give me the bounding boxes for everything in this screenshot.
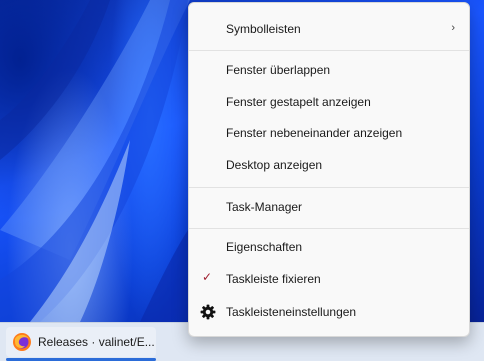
- menu-separator: [189, 228, 469, 229]
- taskbar-window-label: Releases · valinet/E...: [38, 335, 155, 349]
- chevron-right-icon: ›: [451, 22, 455, 34]
- gear-icon: [200, 304, 216, 320]
- taskbar-window-button[interactable]: Releases · valinet/E...: [6, 327, 156, 361]
- menu-item-fenster-ueberlappen[interactable]: Fenster überlappen: [189, 55, 469, 85]
- menu-separator: [189, 187, 469, 188]
- menu-item-label: Fenster nebeneinander anzeigen: [226, 126, 403, 140]
- checkmark-icon: ✓: [202, 270, 213, 284]
- menu-item-label: Taskleisteneinstellungen: [226, 305, 357, 319]
- menu-item-label: Fenster überlappen: [226, 63, 331, 77]
- menu-separator: [189, 50, 469, 51]
- menu-item-fenster-gestapelt[interactable]: Fenster gestapelt anzeigen: [189, 87, 469, 117]
- menu-item-symbolleisten[interactable]: Symbolleisten ›: [189, 14, 469, 44]
- menu-item-task-manager[interactable]: Task-Manager: [189, 192, 469, 222]
- menu-item-taskleisteneinstellungen[interactable]: Taskleisteneinstellungen: [189, 297, 469, 327]
- menu-item-label: Fenster gestapelt anzeigen: [226, 95, 371, 109]
- menu-item-label: Symbolleisten: [226, 22, 301, 36]
- menu-item-taskleiste-fixieren[interactable]: ✓ Taskleiste fixieren: [189, 264, 469, 294]
- taskbar-context-menu: Symbolleisten › Fenster überlappen Fenst…: [188, 2, 470, 337]
- menu-item-label: Task-Manager: [226, 200, 303, 214]
- menu-item-label: Desktop anzeigen: [226, 158, 323, 172]
- menu-item-fenster-nebeneinander[interactable]: Fenster nebeneinander anzeigen: [189, 118, 469, 148]
- menu-item-desktop-anzeigen[interactable]: Desktop anzeigen: [189, 150, 469, 180]
- menu-item-label: Eigenschaften: [226, 240, 303, 254]
- firefox-icon: [13, 333, 31, 351]
- menu-item-eigenschaften[interactable]: Eigenschaften: [189, 232, 469, 262]
- menu-item-label: Taskleiste fixieren: [226, 272, 321, 286]
